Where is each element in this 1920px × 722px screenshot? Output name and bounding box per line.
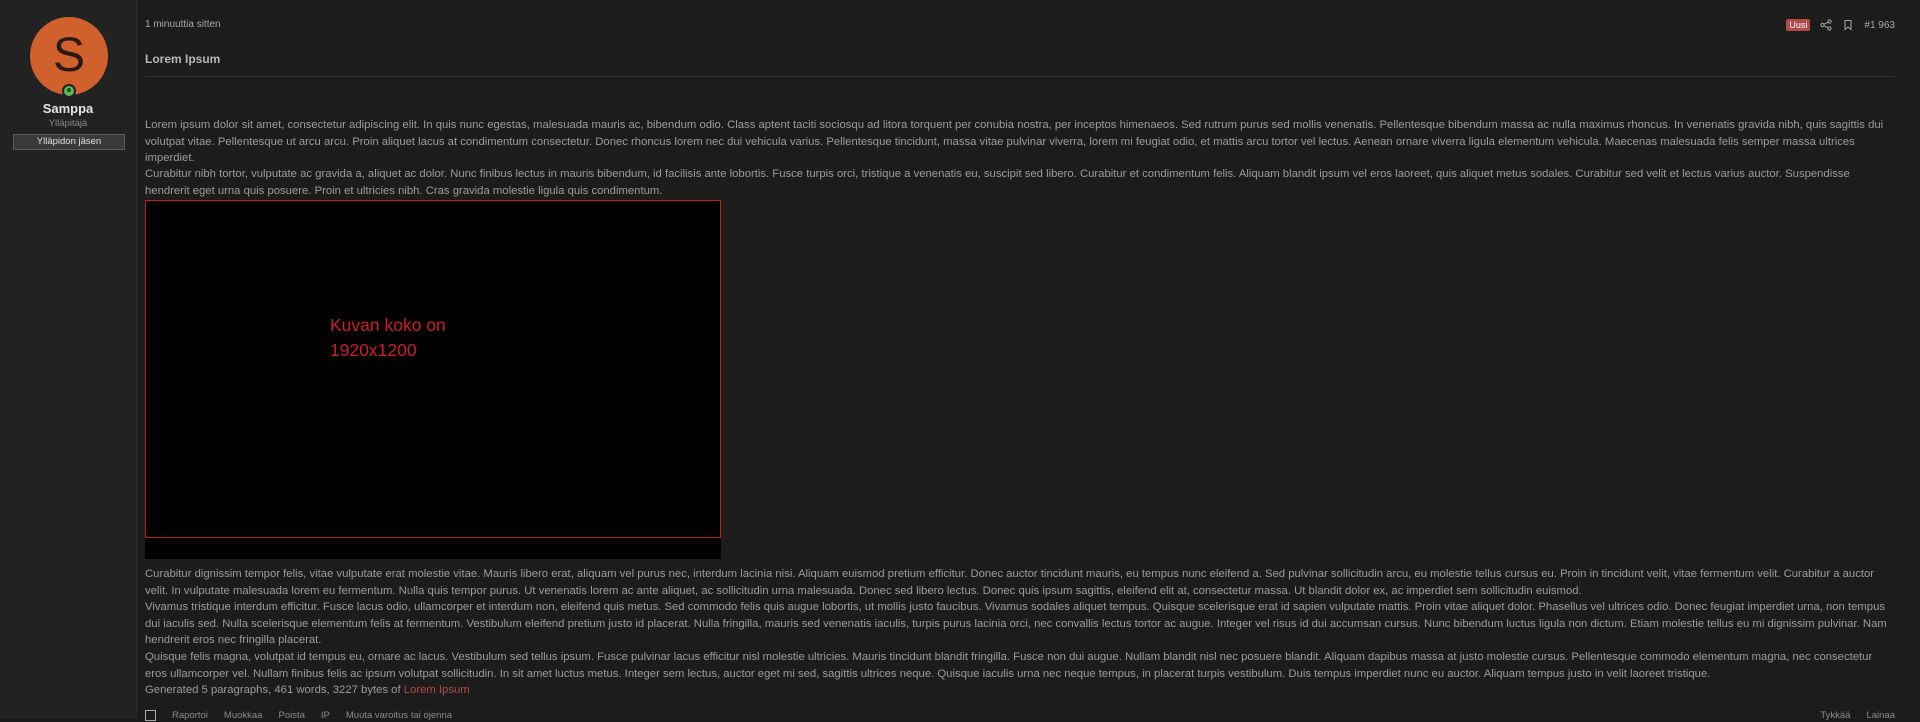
delete-button[interactable]: Poista [278,710,304,721]
like-button[interactable]: Tykkää [1820,710,1850,721]
generated-text: Generated 5 paragraphs, 461 words, 3227 … [145,684,404,696]
title-divider [145,76,1895,77]
image-text-line-1: Kuvan koko on [330,315,446,335]
user-title: Ylläpitäjä [48,118,88,129]
post-title: Lorem Ipsum [145,52,221,66]
online-status-icon [62,84,76,98]
select-checkbox[interactable] [145,710,156,721]
paragraph-4: Vivamus tristique interdum efficitur. Fu… [145,601,1887,647]
post-meta-right: Uusi #1 963 [1786,17,1895,33]
bookmark-icon[interactable] [1842,19,1854,31]
post-container: S Samppa Ylläpitäjä Ylläpidon jäsen 1 mi… [0,0,1920,722]
post-image[interactable]: Kuvan koko on 1920x1200 [145,200,721,559]
paragraph-3: Curabitur dignissim tempor felis, vitae … [145,568,1875,597]
user-banner: Ylläpidon jäsen [13,134,125,150]
username[interactable]: Samppa [0,101,136,116]
share-icon[interactable] [1820,19,1833,31]
image-frame: Kuvan koko on 1920x1200 [145,200,721,538]
lorem-ipsum-link[interactable]: Lorem Ipsum [404,684,470,696]
warn-button[interactable]: Muuta varoitus tai ojenna [346,710,452,721]
user-info-column: S Samppa Ylläpitäjä Ylläpidon jäsen [0,0,137,719]
edit-button[interactable]: Muokkaa [224,710,263,721]
reply-button[interactable]: Lainaa [1866,710,1895,721]
report-button[interactable]: Raportoi [172,710,208,721]
paragraph-1: Lorem ipsum dolor sit amet, consectetur … [145,119,1884,165]
image-caption: Kuvan koko on 1920x1200 [330,313,446,363]
paragraph-5: Quisque felis magna, volutpat id tempus … [145,651,1873,680]
post-actions: Raportoi Muokkaa Poista IP Muuta varoitu… [145,710,1895,722]
generated-line: Generated 5 paragraphs, 461 words, 3227 … [145,682,1895,699]
ip-button[interactable]: IP [321,710,330,721]
paragraph-2: Curabitur nibh tortor, vulputate ac grav… [145,168,1850,197]
post-main: 1 minuuttia sitten Uusi #1 963 Lorem Ips… [145,0,1895,722]
post-timestamp[interactable]: 1 minuuttia sitten [145,19,221,30]
post-number[interactable]: #1 963 [1864,20,1895,31]
image-text-line-2: 1920x1200 [330,340,417,360]
new-badge: Uusi [1786,19,1811,31]
